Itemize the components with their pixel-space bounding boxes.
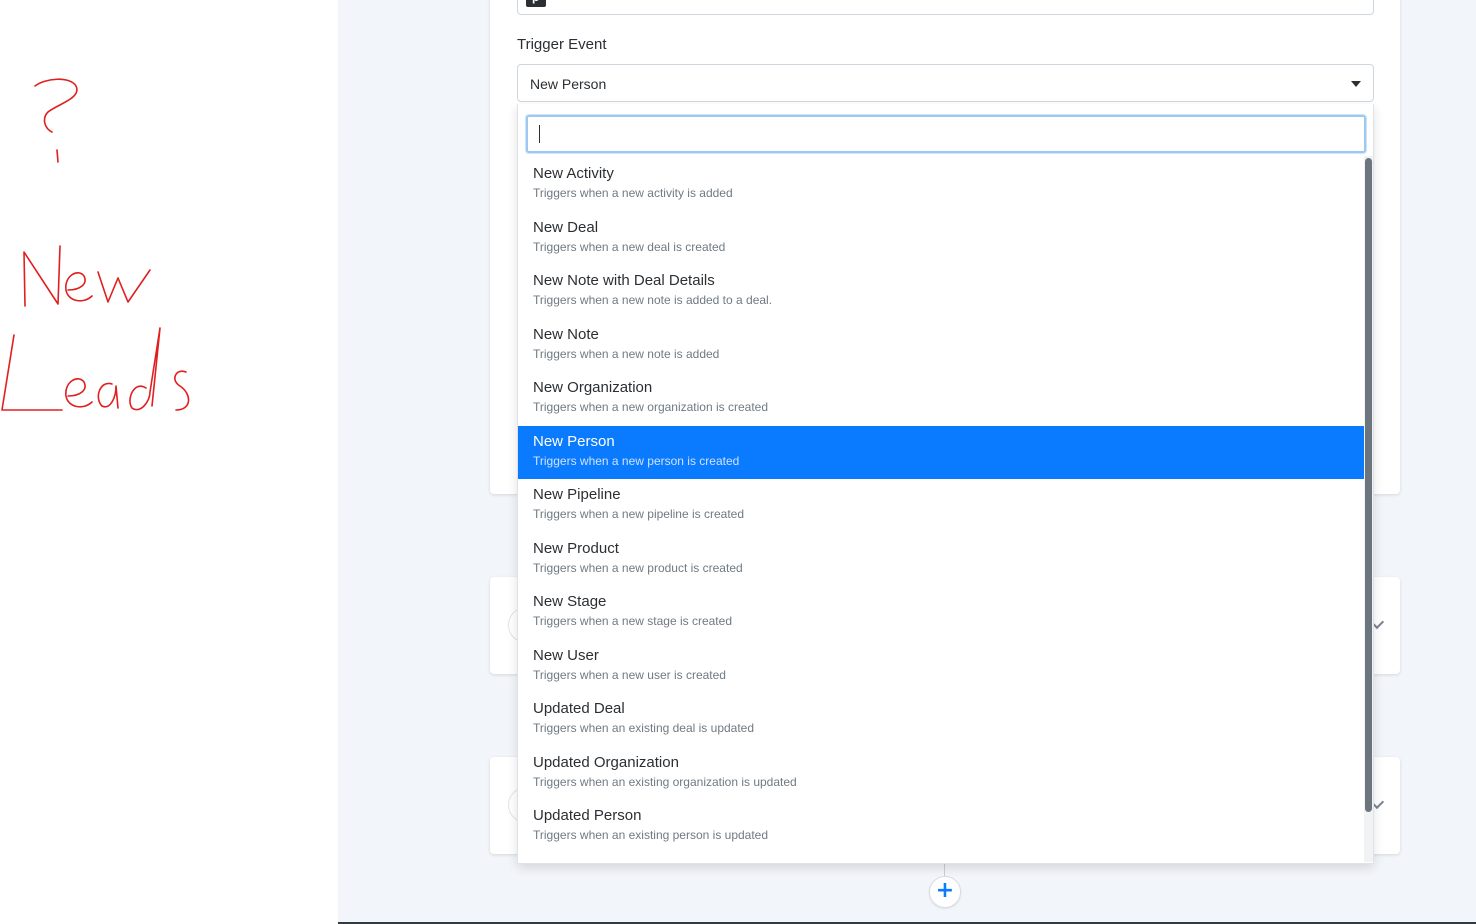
dropdown-option[interactable]: New Person Triggers when a new person is …: [518, 425, 1366, 479]
dropdown-option[interactable]: New Note with Deal Details Triggers when …: [518, 265, 1366, 319]
option-description: Triggers when a new note is added to a d…: [533, 293, 773, 307]
dropdown-option[interactable]: New User Triggers when a new user is crea…: [518, 639, 1366, 693]
option-title: New Activity: [533, 165, 614, 182]
handwritten-annotation: [1, 78, 190, 411]
trigger-event-label: Trigger Event: [517, 36, 607, 53]
scrollbar-thumb[interactable]: [1365, 158, 1372, 812]
dropdown-option[interactable]: Updated Organization Triggers when an exi…: [518, 746, 1366, 800]
option-title: New Note: [533, 325, 599, 343]
option-title: Updated Organization: [533, 753, 679, 771]
add-step-button[interactable]: +: [929, 876, 961, 908]
option-description: Triggers when a new organization is crea…: [533, 400, 769, 414]
dropdown-option[interactable]: New Product Triggers when a new product i…: [518, 532, 1366, 586]
caret-down-icon: [1351, 81, 1361, 87]
dropdown-option[interactable]: Updated Deal Triggers when an existing de…: [518, 693, 1366, 747]
option-title: New Stage: [533, 593, 607, 610]
pipedrive-logo-icon: [526, 0, 546, 7]
option-description: Triggers when a new product is created: [533, 560, 743, 575]
option-title: Updated Person: [533, 807, 642, 824]
option-title: New User: [533, 646, 599, 664]
option-description: Triggers when a new stage is created: [533, 614, 732, 628]
option-description: Triggers when a new activity is added: [533, 186, 733, 200]
option-title: New Note with Deal Details: [533, 272, 715, 289]
option-description: Triggers when a new note is added: [533, 346, 720, 361]
dropdown-option[interactable]: New Note Triggers when a new note is adde…: [518, 318, 1366, 372]
dropdown-option[interactable]: New Activity Triggers when a new activity…: [518, 158, 1366, 212]
dropdown-option[interactable]: New Deal Triggers when a new deal is crea…: [518, 211, 1366, 265]
text-cursor: [539, 125, 540, 143]
option-title: New Organization: [533, 379, 653, 396]
option-list: New Activity Triggers when a new activity…: [518, 158, 1366, 854]
option-title: New Pipeline: [533, 486, 621, 503]
option-description: Triggers when a new pipeline is created: [533, 507, 745, 521]
option-description: Triggers when an existing person is upda…: [533, 828, 769, 842]
dropdown-option[interactable]: New Stage Triggers when a new stage is cr…: [518, 586, 1366, 640]
question-mark-dot: [56, 149, 59, 163]
trigger-event-selected-value: New Person: [530, 76, 607, 92]
option-description: Triggers when an existing deal is update…: [533, 721, 755, 735]
option-title: Updated Deal: [533, 700, 625, 717]
app-select-field[interactable]: [517, 0, 1374, 15]
annotation-pane: [0, 0, 338, 924]
option-title: New Product: [533, 539, 619, 557]
trigger-event-select[interactable]: New Person: [517, 64, 1374, 102]
option-description: Triggers when an existing organization i…: [533, 774, 797, 789]
dropdown-search-input[interactable]: [526, 115, 1366, 153]
dropdown-option[interactable]: Updated Person Triggers when an existing …: [518, 800, 1366, 854]
dropdown-option[interactable]: New Pipeline Triggers when a new pipeline…: [518, 479, 1366, 533]
trigger-event-dropdown: New Activity Triggers when a new activity…: [517, 104, 1374, 864]
option-description: Triggers when a new deal is created: [533, 239, 726, 254]
plus-icon: +: [935, 878, 955, 903]
option-description: Triggers when a new user is created: [533, 667, 726, 682]
question-mark-stroke: [34, 78, 78, 133]
dropdown-option[interactable]: New Organization Triggers when a new orga…: [518, 372, 1366, 426]
option-description: Triggers when a new person is created: [533, 453, 740, 468]
option-title: New Person: [533, 432, 615, 450]
option-title: New Deal: [533, 218, 599, 236]
